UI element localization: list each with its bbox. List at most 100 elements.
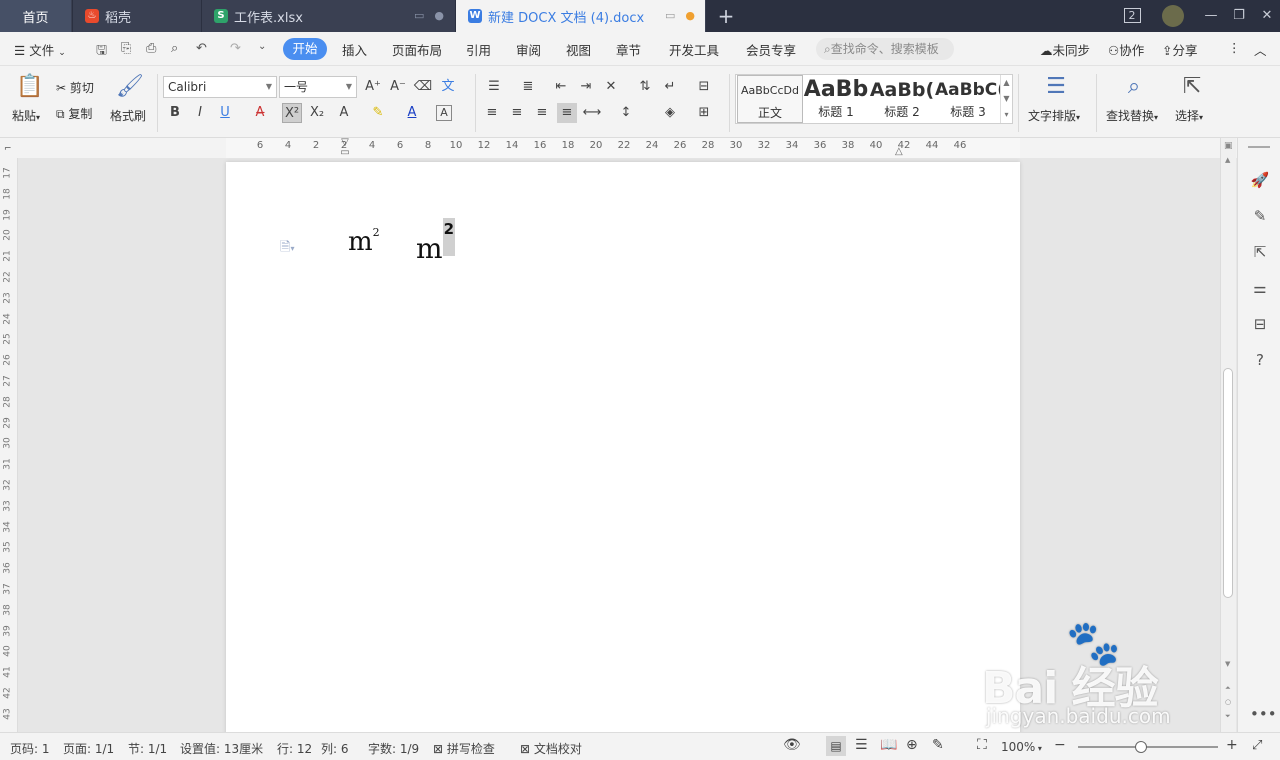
borders-icon[interactable]: ⊞ — [694, 103, 714, 123]
restore-icon[interactable]: ❐ — [1224, 0, 1254, 32]
status-setting[interactable]: 设置值: 13厘米 — [180, 740, 263, 757]
grow-font-icon[interactable]: A⁺ — [363, 77, 383, 97]
write-mode-icon[interactable]: ✎ — [932, 737, 944, 753]
tab-review[interactable]: 审阅 — [516, 40, 541, 59]
subscript-icon[interactable]: X₂ — [307, 103, 327, 123]
status-page[interactable]: 页码: 1 — [10, 740, 50, 757]
print-preview-icon[interactable]: ⌕ — [171, 41, 178, 56]
magnifier-icon[interactable]: ⌕ — [1120, 74, 1148, 99]
underline-icon[interactable]: U — [215, 103, 235, 123]
rocket-icon[interactable]: 🚀 — [1250, 170, 1270, 190]
tab-page-layout[interactable]: 页面布局 — [392, 40, 442, 59]
select-button[interactable]: 选择▾ — [1175, 107, 1203, 124]
page-view-icon[interactable]: ▤ — [826, 736, 846, 756]
tab-float-icon[interactable]: ▭ — [665, 9, 675, 22]
collapse-ribbon-icon[interactable]: ︿ — [1254, 40, 1267, 59]
cursor-icon[interactable]: ⇱ — [1178, 74, 1206, 99]
outline-view-icon[interactable]: ☰ — [855, 737, 868, 753]
highlight-icon[interactable]: ✎ — [368, 103, 388, 123]
zoom-out-icon[interactable]: − — [1054, 737, 1066, 753]
cut-button[interactable]: ✂ 剪切 — [56, 79, 94, 96]
customize-icon[interactable]: ⌄ — [258, 41, 266, 52]
tab-references[interactable]: 引用 — [466, 40, 491, 59]
text-m-squared-small[interactable]: m2 — [348, 226, 380, 257]
new-tab-button[interactable]: + — [714, 4, 738, 28]
phonetic-icon[interactable]: 文 — [438, 77, 458, 97]
copy-button[interactable]: ⧉ 复制 — [56, 105, 92, 122]
style-normal[interactable]: AaBbCcDd 正文 — [737, 75, 803, 123]
zoom-slider-handle[interactable] — [1135, 741, 1147, 753]
pointer-icon[interactable]: ⇱ — [1250, 242, 1270, 262]
window-count-button[interactable]: 2 — [1118, 0, 1146, 32]
shrink-font-icon[interactable]: A⁻ — [388, 77, 408, 97]
superscript-icon[interactable]: X² — [282, 103, 302, 123]
align-left-icon[interactable]: ≡ — [482, 103, 502, 123]
export-icon[interactable]: ⎘ — [121, 41, 131, 56]
status-words[interactable]: 字数: 1/9 — [368, 740, 419, 757]
find-replace-button[interactable]: 查找替换▾ — [1106, 107, 1158, 124]
redo-icon[interactable]: ↷ — [230, 41, 241, 56]
tab-insert[interactable]: 插入 — [342, 40, 367, 59]
text-layout-button[interactable]: 文字排版▾ — [1028, 107, 1080, 124]
print-icon[interactable]: ⎙ — [146, 41, 156, 56]
tab-document[interactable]: W 新建 DOCX 文档 (4).docx ▭ ● — [456, 0, 706, 32]
next-page-icon[interactable]: ⏷ — [1225, 712, 1231, 721]
scroll-down-icon[interactable]: ▼ — [1225, 660, 1230, 668]
align-center-icon[interactable]: ≡ — [507, 103, 527, 123]
web-view-icon[interactable]: ⊕ — [906, 737, 918, 753]
bullet-list-icon[interactable]: ☰ — [484, 77, 504, 97]
sync-button[interactable]: ☁未同步 — [1040, 40, 1090, 59]
sort-icon[interactable]: ⇅ — [635, 77, 655, 97]
numbered-list-icon[interactable]: ≣ — [518, 77, 538, 97]
help-icon[interactable]: ? — [1250, 350, 1270, 370]
horizontal-ruler[interactable]: ⌐ ▽ ▭ △ 6 4 2 2 4 6 8 10 12 14 16 18 20 22 24 26 28 30 32 34… — [0, 138, 1280, 158]
tab-member[interactable]: 会员专享 — [746, 40, 796, 59]
collab-button[interactable]: ⚇协作 — [1108, 40, 1144, 59]
ruler-toggle-icon[interactable]: ▣ — [1224, 141, 1233, 151]
sidebar-collapse-icon[interactable] — [1248, 146, 1270, 148]
style-scroll[interactable]: ▲ ▼ ▾ — [1000, 75, 1012, 123]
paste-button[interactable]: 粘贴▾ — [12, 107, 40, 124]
reading-view-icon[interactable]: 📖 — [880, 737, 897, 753]
command-search-input[interactable]: ⌕查找命令、搜索模板 — [816, 38, 954, 60]
tab-stop-icon[interactable]: ⌐ — [4, 144, 12, 154]
unsaved-dot-icon[interactable]: ● — [685, 9, 695, 22]
font-size-select[interactable]: 一号 ▼ — [279, 76, 357, 98]
strikethrough-icon[interactable]: A̶ — [250, 103, 270, 123]
doc-proof-button[interactable]: ⊠ 文档校对 — [520, 740, 582, 757]
status-section[interactable]: 节: 1/1 — [128, 740, 167, 757]
text-effect-icon[interactable]: A — [334, 103, 354, 123]
tab-home[interactable]: 首页 — [0, 0, 72, 32]
status-col[interactable]: 列: 6 — [321, 740, 349, 757]
zoom-select[interactable]: 100% ▾ — [1001, 740, 1042, 754]
paragraph-handle-icon[interactable]: 🗎▾ — [280, 238, 294, 260]
format-painter-button[interactable]: 格式刷 — [110, 107, 146, 124]
show-marks-icon[interactable]: ↵ — [660, 77, 680, 97]
style-heading2[interactable]: AaBb( 标题 2 — [869, 75, 935, 123]
inbox-icon[interactable]: ⊟ — [1250, 314, 1270, 334]
document-page[interactable]: 🗎▾ m2 m2 — [226, 162, 1020, 732]
eye-protection-icon[interactable]: 👁 — [783, 737, 801, 753]
share-button[interactable]: ⇪分享 — [1162, 40, 1198, 59]
spell-check-button[interactable]: ⊠ 拼写检查 — [433, 740, 495, 757]
scroll-up-icon[interactable]: ▲ — [1225, 156, 1230, 164]
pen-icon[interactable]: ✎ — [1250, 206, 1270, 226]
tab-spreadsheet[interactable]: S 工作表.xlsx ▭ ● — [202, 0, 455, 32]
distribute-icon[interactable]: ⟷ — [582, 103, 602, 123]
shading-icon[interactable]: ◈ — [660, 103, 680, 123]
prev-page-icon[interactable]: ⏶ — [1225, 684, 1231, 693]
text-m-squared-selected[interactable]: m2 — [416, 218, 455, 265]
increase-indent-icon[interactable]: ⇥ — [576, 77, 596, 97]
paste-icon[interactable]: 📋 — [16, 74, 44, 99]
browse-object-icon[interactable]: ○ — [1225, 698, 1231, 706]
status-pages[interactable]: 页面: 1/1 — [63, 740, 114, 757]
line-spacing-icon[interactable]: ↕ — [616, 103, 636, 123]
tab-chapter[interactable]: 章节 — [616, 40, 641, 59]
text-layout-icon[interactable]: ☰ — [1042, 74, 1070, 99]
decrease-indent-icon[interactable]: ⇤ — [551, 77, 571, 97]
align-right-icon[interactable]: ≡ — [532, 103, 552, 123]
close-icon[interactable]: ✕ — [1252, 0, 1280, 32]
table-grid-icon[interactable]: ⊟ — [694, 77, 714, 97]
scrollbar-thumb[interactable] — [1223, 368, 1233, 598]
char-border-icon[interactable]: A — [436, 105, 452, 121]
